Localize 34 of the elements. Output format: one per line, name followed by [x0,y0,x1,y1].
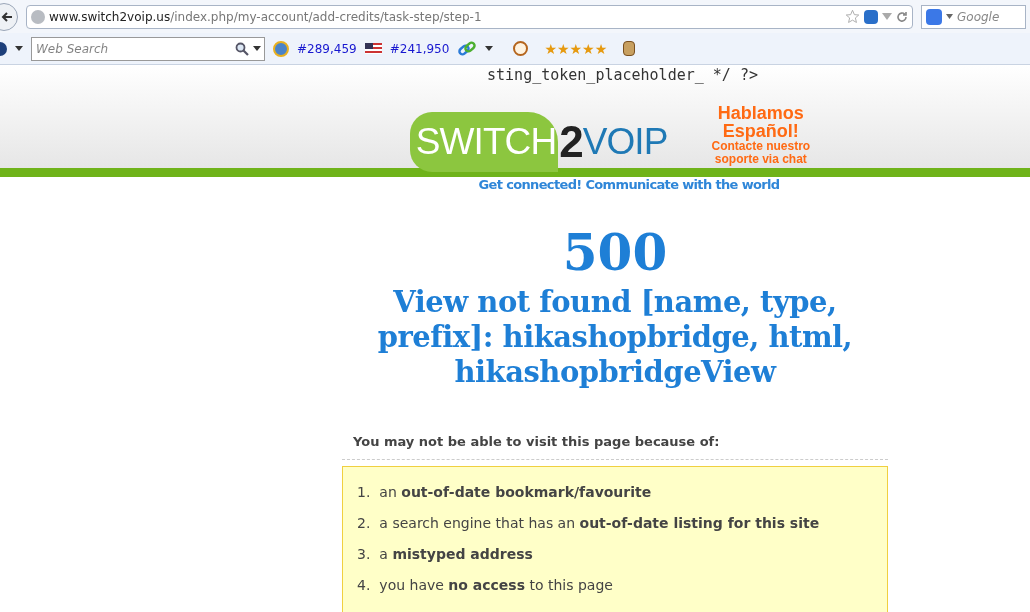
star-icon: ★ [556,41,570,56]
star-icon: ★ [582,41,595,56]
url-text: www.switch2voip.us/index.php/my-account/add-credits/task-step/step-1 [49,8,482,26]
address-bar[interactable]: www.switch2voip.us/index.php/my-account/add-credits/task-step/step-1 [26,4,913,29]
list-number: 2. [357,514,371,533]
list-number: 1. [357,483,371,502]
flag-icon [364,43,382,54]
dropdown-icon[interactable] [253,46,261,51]
reason-text: you have no access to this page [379,576,613,595]
back-arrow-icon [1,10,13,23]
web-search-field[interactable]: Web Search [31,36,265,61]
reload-icon[interactable] [896,10,908,23]
error-message: View not found [name, type, prefix]: hikashopbridge, html, hikashopbridgeView [376,285,854,390]
reason-text: a mistyped address [379,545,533,564]
search-engine-field[interactable]: Google [921,4,1026,29]
tagline: Get connected! Communicate with the world [478,177,780,193]
country-rank-text: #241,950 [389,40,450,58]
reason-text: a search engine that has an out-of-date listing for this site [379,514,820,533]
search-icon[interactable] [235,41,249,56]
star-icon: ★ [594,41,608,56]
dropdown-icon[interactable] [15,46,23,51]
list-number: 3. [357,545,371,564]
star-icon: ★ [544,41,557,56]
chain-link-icon[interactable] [457,39,478,58]
reasons-intro: You may not be able to visit this page because of: [353,434,720,449]
star-icon: ★ [569,41,583,56]
dropdown-icon[interactable] [485,46,494,51]
code-text: sting_token_placeholder_ */ ?> [487,66,758,84]
reason-text: an out-of-date bookmark/favourite [379,483,652,502]
star-outline-icon[interactable] [845,9,860,24]
list-number: 4. [357,576,371,595]
error-code: 500 [562,225,668,281]
global-rank-text: #289,459 [297,40,357,58]
dropdown-icon [946,14,953,19]
